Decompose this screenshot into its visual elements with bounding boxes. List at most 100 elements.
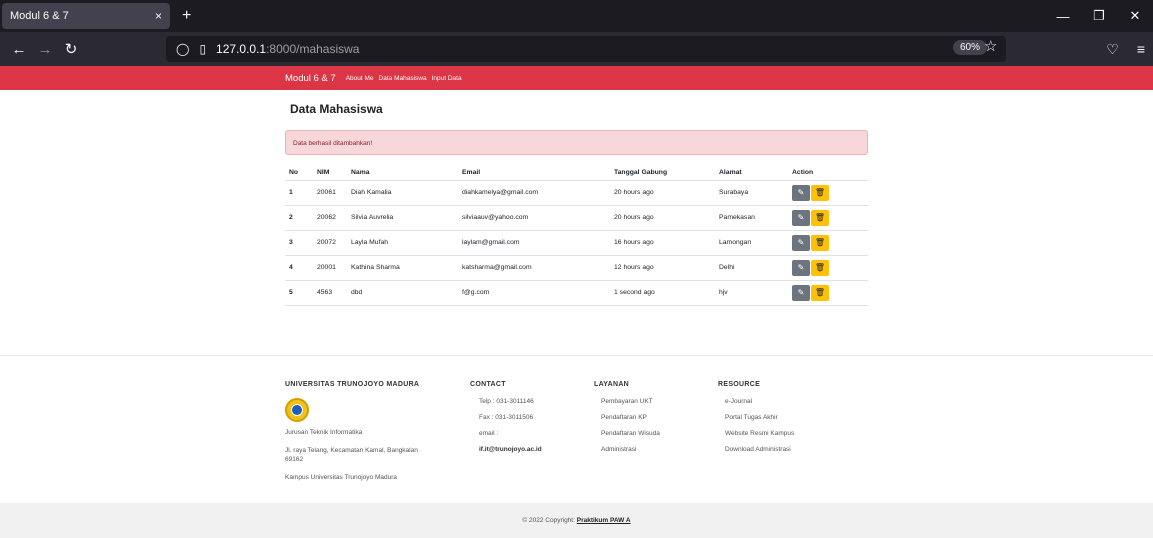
table-row: 3 20072 Layla Mufah laylam@gmail.com 16 … [285,230,868,256]
main-content: Data Mahasiswa Data berhasil ditambahkan… [285,90,868,306]
back-icon[interactable]: ← [6,41,32,58]
nav-link-about[interactable]: About Me [346,75,374,82]
delete-trash-icon[interactable]: 🗑 [811,259,829,276]
url-host: 127.0.0.1 [216,42,267,56]
footer-resource-link[interactable]: e-Journal [725,398,838,405]
menu-icon[interactable]: ≡ [1137,41,1145,57]
footer-contact-column: CONTACT Telp : 031-3011146 Fax : 031-301… [470,381,580,462]
footer-layanan-link[interactable]: Pembayaran UKT [601,398,704,405]
footer-resource-link[interactable]: Website Resmi Kampus [725,430,838,437]
delete-trash-icon[interactable]: 🗑 [811,234,829,251]
cell-alamat: Delhi [715,255,788,281]
cell-action: ✎ 🗑 [788,255,868,281]
bookmark-star-icon[interactable]: ☆ [984,37,997,55]
footer-layanan-link[interactable]: Administrasi [601,446,704,453]
cell-nim: 20001 [313,255,347,281]
cell-tanggal: 12 hours ago [610,255,715,281]
minimize-icon[interactable]: — [1045,9,1081,24]
footer-contact-heading: CONTACT [470,381,506,388]
footer-fax: Fax : 031-3011506 [479,414,534,421]
footer-resource-link[interactable]: Portal Tugas Akhir [725,414,838,421]
restore-icon[interactable]: ❐ [1081,8,1117,24]
cell-nim: 4563 [313,280,347,306]
table-row: 1 20061 Diah Kamalia diahkamelya@gmail.c… [285,180,868,206]
page-title: Data Mahasiswa [290,102,383,116]
cell-tanggal: 1 second ago [610,280,715,306]
col-header-action: Action [788,165,868,181]
cell-action: ✎ 🗑 [788,230,868,256]
cell-nim: 20062 [313,205,347,231]
cell-email: silviaauv@yahoo.com [458,205,610,231]
cell-email: f@g.com [458,280,610,306]
copyright-link[interactable]: Praktikum PAW A [577,517,631,524]
pocket-icon[interactable]: ♡ [1106,41,1119,58]
site-navbar: Modul 6 & 7 About Me Data Mahasiswa Inpu… [0,66,1153,90]
footer-layanan-column: LAYANAN Pembayaran UKT Pendaftaran KP Pe… [594,381,704,462]
site-footer: UNIVERSITAS TRUNOJOYO MADURA Jurusan Tek… [0,355,1153,503]
cell-no: 1 [285,180,313,206]
edit-pencil-icon[interactable]: ✎ [792,259,810,276]
table-row: 5 4563 dbd f@g.com 1 second ago hjv ✎ 🗑 [285,280,868,306]
university-logo-icon [285,398,309,422]
cell-nama: Kathina Sharma [347,255,458,281]
table-row: 2 20062 Silvia Auvrelia silviaauv@yahoo.… [285,205,868,231]
close-window-icon[interactable]: ✕ [1117,8,1153,24]
footer-telp: Telp : 031-3011146 [479,398,534,405]
footer-address: Jl. raya Telang, Kecamatan Kamal, Bangka… [285,447,418,454]
new-tab-button[interactable]: + [182,7,191,25]
footer-resource-heading: RESOURCE [718,381,761,388]
cell-email: katsharma@gmail.com [458,255,610,281]
footer-zip: 69162 [285,456,304,463]
nav-link-data-mahasiswa[interactable]: Data Mahasiswa [379,75,427,82]
reload-icon[interactable]: ↻ [58,40,84,58]
cell-email: diahkamelya@gmail.com [458,180,610,206]
footer-email-label: email : [479,430,499,437]
footer-univ-column: UNIVERSITAS TRUNOJOYO MADURA Jurusan Tek… [285,381,450,491]
footer-resource-link[interactable]: Download Administrasi [725,446,838,453]
delete-trash-icon[interactable]: 🗑 [811,184,829,201]
footer-layanan-link[interactable]: Pendaftaran Wisuda [601,430,704,437]
browser-nav-bar: ← → ↻ ◯ ▯ 127.0.0.1:8000/mahasiswa 60% ☆… [0,32,1153,66]
nav-link-input-data[interactable]: Input Data [432,75,462,82]
mahasiswa-table: No NIM Nama Email Tanggal Gabung Alamat … [285,165,868,306]
col-header-no: No [285,165,313,181]
col-header-tanggal: Tanggal Gabung [610,165,715,181]
col-header-nama: Nama [347,165,458,181]
cell-email: laylam@gmail.com [458,230,610,256]
zoom-level[interactable]: 60% [953,40,988,55]
browser-tab[interactable]: Modul 6 & 7 × [2,3,170,29]
footer-dept: Jurusan Teknik Informatika [285,429,363,436]
close-icon[interactable]: × [155,9,162,23]
cell-alamat: Lamongan [715,230,788,256]
edit-pencil-icon[interactable]: ✎ [792,209,810,226]
cell-alamat: Surabaya [715,180,788,206]
edit-pencil-icon[interactable]: ✎ [792,284,810,301]
footer-univ-heading: UNIVERSITAS TRUNOJOYO MADURA [285,381,420,388]
toolbar-right: ♡ ≡ [1106,32,1145,66]
cell-tanggal: 20 hours ago [610,180,715,206]
shield-icon: ◯ [176,42,190,56]
forward-icon[interactable]: → [32,41,58,58]
cell-nama: Silvia Auvrelia [347,205,458,231]
copyright-text: © 2022 Copyright: [522,517,575,524]
url-bar[interactable]: ◯ ▯ 127.0.0.1:8000/mahasiswa 60% ☆ [166,36,1006,62]
footer-campus: Kampus Universitas Trunojoyo Madura [285,474,397,481]
tab-title: Modul 6 & 7 [10,10,69,22]
edit-pencil-icon[interactable]: ✎ [792,234,810,251]
cell-action: ✎ 🗑 [788,180,868,206]
edit-pencil-icon[interactable]: ✎ [792,184,810,201]
col-header-email: Email [458,165,610,181]
cell-action: ✎ 🗑 [788,205,868,231]
cell-nama: Diah Kamalia [347,180,458,206]
cell-alamat: hjv [715,280,788,306]
copyright-bar: © 2022 Copyright: Praktikum PAW A [0,503,1153,538]
delete-trash-icon[interactable]: 🗑 [811,209,829,226]
table-row: 4 20001 Kathina Sharma katsharma@gmail.c… [285,255,868,281]
delete-trash-icon[interactable]: 🗑 [811,284,829,301]
cell-alamat: Pamekasan [715,205,788,231]
cell-tanggal: 20 hours ago [610,205,715,231]
footer-layanan-link[interactable]: Pendaftaran KP [601,414,704,421]
footer-resource-column: RESOURCE e-Journal Portal Tugas Akhir We… [718,381,838,462]
nav-brand[interactable]: Modul 6 & 7 [285,73,336,84]
footer-email-link[interactable]: if.it@trunojoyo.ac.id [479,446,580,453]
